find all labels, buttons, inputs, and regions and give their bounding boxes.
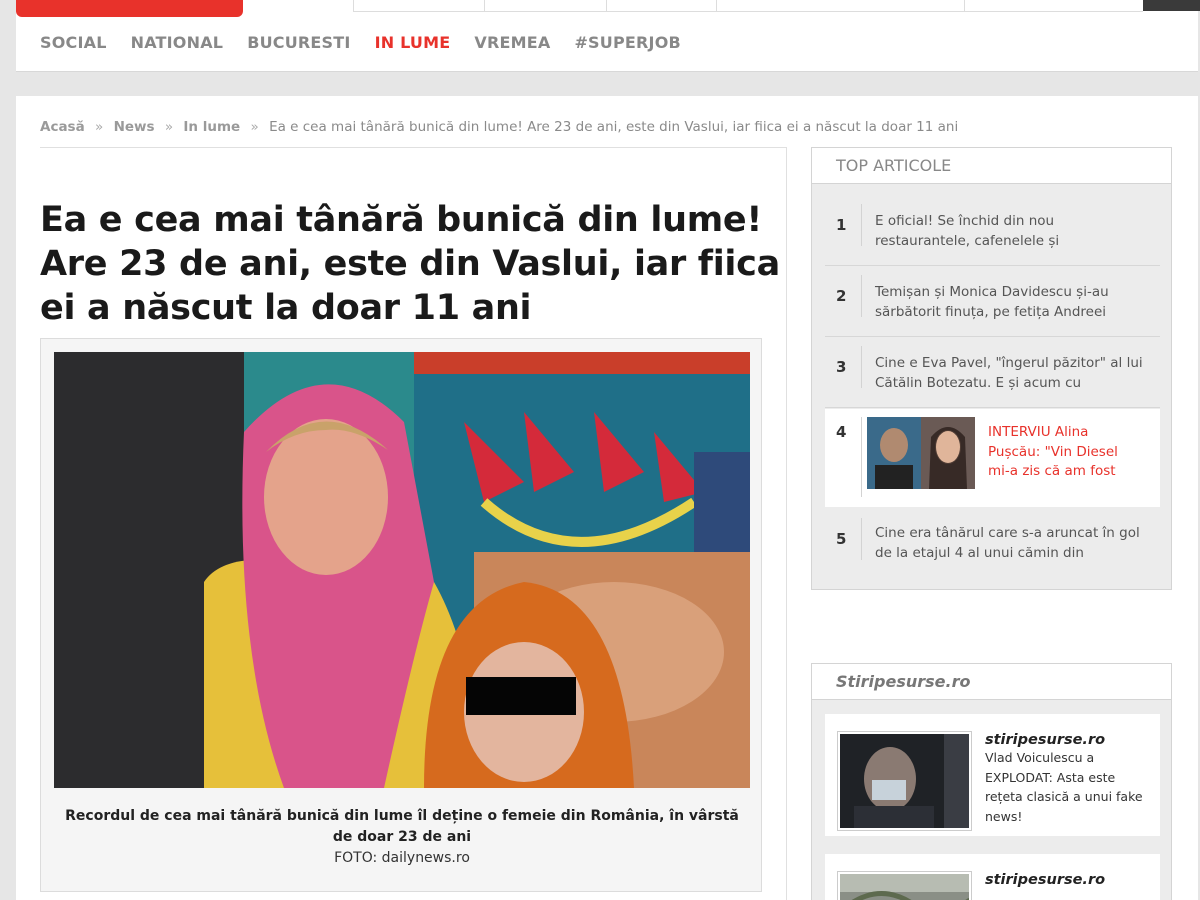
breadcrumb-home[interactable]: Acasă [40,119,85,135]
photo-credit: FOTO: dailynews.ro [334,850,470,866]
nav-item-superjob[interactable]: #SUPERJOB [574,33,680,52]
top-utility-tab[interactable] [353,0,484,12]
stiripesurse-source[interactable]: stiripesurse.ro [985,732,1145,748]
divider [861,346,862,388]
top-article-title[interactable]: Cine era tânărul care s-a aruncat în gol… [875,524,1145,563]
stiripesurse-source[interactable]: stiripesurse.ro [985,872,1145,888]
breadcrumb-current: Ea e cea mai tânără bunică din lume! Are… [269,119,959,135]
nav-item-vremea[interactable]: VREMEA [474,33,550,52]
nav-item-in-lume[interactable]: IN LUME [375,33,451,52]
caption-text: Recordul de cea mai tânără bunică din lu… [65,808,739,845]
top-articole-box: TOP ARTICOLE 1 E oficial! Se închid din … [811,147,1172,590]
top-article-title[interactable]: Temișan și Monica Davidescu și-au sărbăt… [875,283,1145,322]
divider [861,204,862,246]
divider [861,417,862,497]
stiripesurse-title: Stiripesurse.ro [812,664,1171,700]
article-photo[interactable] [54,352,750,788]
stiripesurse-item[interactable]: stiripesurse.ro Vlad Voiculescu a EXPLOD… [825,714,1160,836]
top-article-title[interactable]: INTERVIU Alina Pușcău: "Vin Diesel mi-a … [988,423,1128,482]
nav-item-national[interactable]: NATIONAL [131,33,224,52]
top-articole-title: TOP ARTICOLE [812,148,1171,184]
top-article-number: 1 [836,216,847,234]
site-logo[interactable] [16,0,243,17]
thumbnail-image [840,874,969,900]
top-article-item[interactable]: 2 Temișan și Monica Davidescu și-au sărb… [825,267,1160,337]
top-utility-tab[interactable] [716,0,964,12]
thumbnail-image [840,734,969,828]
breadcrumb-separator: » [164,119,174,135]
main-nav: SOCIAL NATIONAL BUCURESTI IN LUME VREMEA… [40,33,705,52]
top-article-number: 3 [836,358,847,376]
top-article-item[interactable]: 4 INTERVIU Alina Pușcău: "Vin Diesel mi-… [825,409,1160,507]
top-article-item[interactable]: 5 Cine era tânărul care s-a aruncat în g… [825,510,1160,580]
breadcrumb-in-lume[interactable]: In lume [183,119,240,135]
top-article-thumbnail[interactable] [867,417,975,489]
stiripesurse-box: Stiripesurse.ro stiripesurse.ro Vlad Voi… [811,663,1172,900]
breadcrumb-news[interactable]: News [114,119,155,135]
top-article-number: 4 [836,423,847,441]
breadcrumb: Acasă » News » In lume » Ea e cea mai tâ… [40,119,958,135]
photo-caption: Recordul de cea mai tânără bunică din lu… [61,806,743,869]
article-photo-illustration [54,352,750,788]
top-article-number: 5 [836,530,847,548]
top-utility-tab[interactable] [606,0,716,12]
top-article-title[interactable]: Cine e Eva Pavel, "îngerul păzitor" al l… [875,354,1145,393]
thumbnail-image [867,417,975,489]
top-dark-button[interactable] [1143,0,1200,11]
divider [861,275,862,317]
stiripesurse-thumbnail[interactable] [838,872,971,900]
nav-item-bucuresti[interactable]: BUCURESTI [247,33,350,52]
stiripesurse-headline[interactable]: Vlad Voiculescu a EXPLODAT: Asta este re… [985,748,1145,826]
article-headline: Ea e cea mai tânără bunică din lume! Are… [40,200,780,328]
stiripesurse-item[interactable]: stiripesurse.ro [825,854,1160,900]
top-article-item[interactable]: 3 Cine e Eva Pavel, "îngerul păzitor" al… [825,338,1160,408]
top-utility-tabs [353,0,1143,12]
breadcrumb-separator: » [95,119,104,135]
top-article-item[interactable]: 1 E oficial! Se închid din nou restauran… [825,196,1160,266]
breadcrumb-separator: » [250,119,259,135]
article-figure: Recordul de cea mai tânără bunică din lu… [40,338,762,892]
top-utility-tab[interactable] [964,0,1143,12]
divider [861,518,862,560]
top-utility-tab[interactable] [484,0,606,12]
stiripesurse-thumbnail[interactable] [838,732,971,830]
nav-item-social[interactable]: SOCIAL [40,33,107,52]
top-article-number: 2 [836,287,847,305]
top-article-title[interactable]: E oficial! Se închid din nou restaurante… [875,212,1145,251]
